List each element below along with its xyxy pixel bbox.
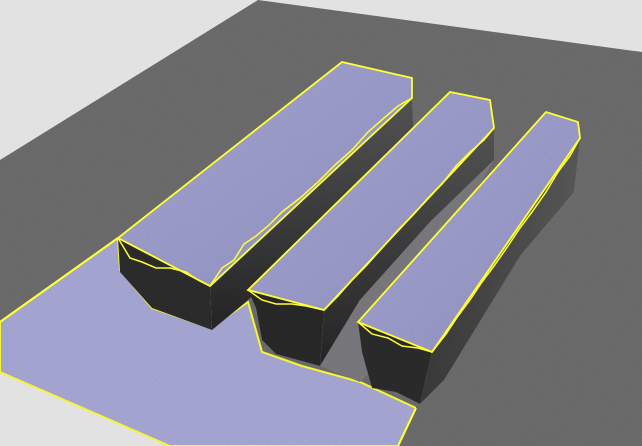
3d-viewport[interactable] [0,0,642,446]
scene-render [0,0,642,446]
